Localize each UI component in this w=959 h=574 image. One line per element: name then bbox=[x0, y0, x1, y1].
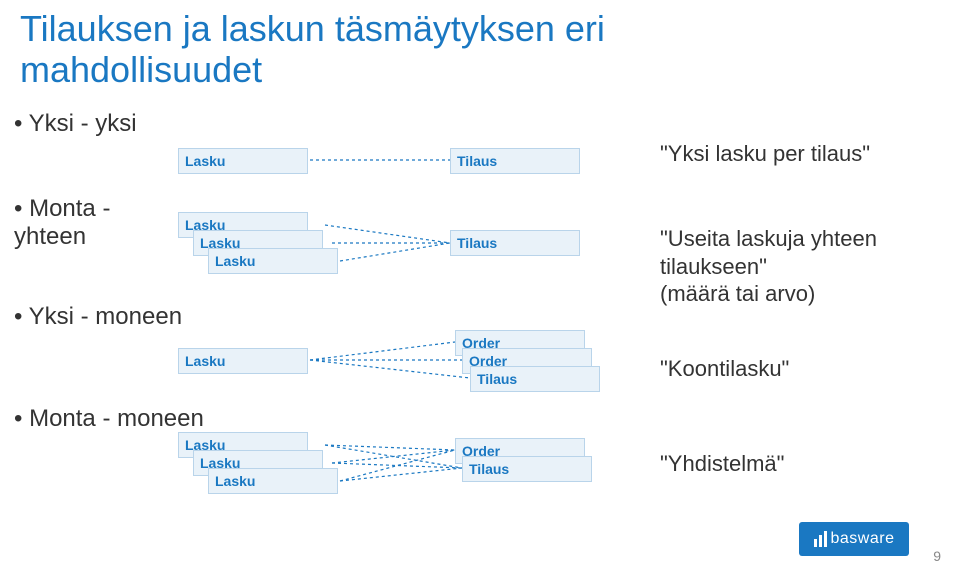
box-tilaus: Tilaus bbox=[450, 230, 580, 256]
page-number: 9 bbox=[933, 548, 941, 564]
box-tilaus: Tilaus bbox=[470, 366, 600, 392]
logo-bars-icon bbox=[814, 531, 827, 547]
bullet-many-to-one-l1: Monta - bbox=[29, 195, 110, 222]
bullet-many-to-one: Monta - yhteen bbox=[14, 195, 110, 250]
box-tilaus: Tilaus bbox=[462, 456, 592, 482]
logo-content: basware bbox=[814, 530, 895, 548]
quote-many-to-one-l3: (määrä tai arvo) bbox=[660, 281, 815, 306]
bullet-many-to-one-l2: yhteen bbox=[14, 223, 86, 250]
quote-many-to-one: "Useita laskuja yhteen tilaukseen" (määr… bbox=[660, 225, 877, 308]
quote-many-to-one-l1: "Useita laskuja yhteen bbox=[660, 226, 877, 251]
title-line-1: Tilauksen ja laskun täsmäytyksen eri bbox=[20, 8, 605, 49]
title-line-2: mahdollisuudet bbox=[20, 49, 262, 90]
bullet-many-to-many: Monta - moneen bbox=[14, 405, 204, 433]
bullet-one-to-many: Yksi - moneen bbox=[14, 303, 182, 331]
bullet-one-to-one: Yksi - yksi bbox=[14, 110, 137, 138]
box-lasku: Lasku bbox=[178, 148, 308, 174]
quote-one-to-one: "Yksi lasku per tilaus" bbox=[660, 140, 870, 168]
quote-one-to-many: "Koontilasku" bbox=[660, 355, 789, 383]
quote-many-to-one-l2: tilaukseen" bbox=[660, 254, 767, 279]
box-lasku: Lasku bbox=[178, 348, 308, 374]
page-title: Tilauksen ja laskun täsmäytyksen eri mah… bbox=[20, 8, 605, 91]
box-lasku: Lasku bbox=[208, 248, 338, 274]
quote-many-to-many: "Yhdistelmä" bbox=[660, 450, 784, 478]
box-lasku: Lasku bbox=[208, 468, 338, 494]
box-tilaus: Tilaus bbox=[450, 148, 580, 174]
logo-text: basware bbox=[831, 530, 895, 548]
basware-logo: basware bbox=[799, 522, 909, 556]
